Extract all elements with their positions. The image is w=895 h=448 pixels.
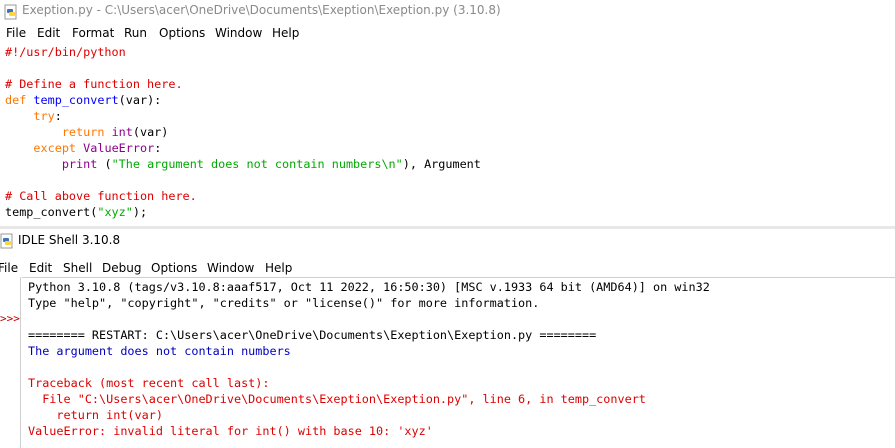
- shell-stdout-line: The argument does not contain numbers: [28, 344, 291, 358]
- editor-titlebar[interactable]: Exeption.py - C:\Users\acer\OneDrive\Doc…: [0, 0, 895, 24]
- editor-menubar: File Edit Format Run Options Window Help: [0, 24, 895, 44]
- shell-traceback-file: File "C:\Users\acer\OneDrive\Documents\E…: [28, 392, 646, 406]
- code-builtin-print: print: [61, 157, 98, 171]
- code-string-xyz: "xyz": [97, 205, 133, 219]
- code-editor[interactable]: #!/usr/bin/python # Define a function he…: [0, 44, 895, 224]
- menu-edit[interactable]: Edit: [37, 24, 60, 42]
- menu-options[interactable]: Options: [159, 24, 205, 42]
- code-colon-2: :: [154, 141, 162, 155]
- shell-version-line: Python 3.10.8 (tags/v3.10.8:aaaf517, Oct…: [28, 280, 710, 294]
- code-print-close: ), Argument: [402, 157, 481, 171]
- shell-menu-options[interactable]: Options: [151, 259, 197, 277]
- shell-traceback-header: Traceback (most recent call last):: [28, 376, 270, 390]
- menu-format[interactable]: Format: [72, 24, 114, 42]
- shell-traceback-code: return int(var): [28, 408, 163, 422]
- menu-help[interactable]: Help: [272, 24, 299, 42]
- shell-restart-line: ======== RESTART: C:\Users\acer\OneDrive…: [28, 328, 597, 342]
- code-comment-define: # Define a function here.: [5, 77, 183, 91]
- menu-window[interactable]: Window: [215, 24, 262, 42]
- shell-menubar: File Edit Shell Debug Options Window Hel…: [0, 259, 895, 277]
- shell-prompt-gutter: [0, 277, 21, 448]
- shell-help-line: Type "help", "copyright", "credits" or "…: [28, 296, 540, 310]
- menu-run[interactable]: Run: [124, 24, 147, 42]
- code-params: (var):: [118, 93, 162, 107]
- code-keyword-return: return: [61, 125, 105, 139]
- code-builtin-int: int: [111, 125, 133, 139]
- shell-error-line: ValueError: invalid literal for int() wi…: [28, 424, 433, 438]
- code-keyword-except: except: [33, 141, 77, 155]
- code-keyword-try: try: [33, 109, 55, 123]
- shell-menu-window[interactable]: Window: [207, 259, 254, 277]
- code-call-end: );: [132, 205, 148, 219]
- menu-file[interactable]: File: [6, 24, 26, 42]
- code-shebang: #!/usr/bin/python: [5, 45, 126, 59]
- code-print-open: (: [97, 157, 112, 171]
- shell-menu-edit[interactable]: Edit: [29, 259, 52, 277]
- editor-window-title: Exeption.py - C:\Users\acer\OneDrive\Doc…: [22, 3, 501, 17]
- code-int-args: (var): [132, 125, 169, 139]
- python-shell-icon: [0, 233, 13, 249]
- shell-menu-file[interactable]: File: [0, 259, 18, 277]
- code-builtin-valueerror: ValueError: [83, 141, 155, 155]
- shell-prompt: >>>: [0, 312, 20, 325]
- code-comment-call: # Call above function here.: [5, 189, 197, 203]
- code-call: temp_convert(: [5, 205, 98, 219]
- editor-window: Exeption.py - C:\Users\acer\OneDrive\Doc…: [0, 0, 895, 226]
- shell-output[interactable]: Python 3.10.8 (tags/v3.10.8:aaaf517, Oct…: [22, 277, 895, 448]
- code-function-name: temp_convert: [33, 93, 119, 107]
- code-string-message: "The argument does not contain numbers\n…: [111, 157, 403, 171]
- shell-window-title: IDLE Shell 3.10.8: [18, 233, 121, 247]
- shell-titlebar[interactable]: IDLE Shell 3.10.8: [0, 229, 895, 253]
- shell-menu-shell[interactable]: Shell: [63, 259, 92, 277]
- code-keyword-def: def: [5, 93, 27, 107]
- shell-menu-help[interactable]: Help: [265, 259, 292, 277]
- code-colon: :: [54, 109, 62, 123]
- shell-menu-debug[interactable]: Debug: [102, 259, 141, 277]
- shell-window: IDLE Shell 3.10.8 File Edit Shell Debug …: [0, 229, 895, 448]
- python-file-icon: [4, 4, 17, 20]
